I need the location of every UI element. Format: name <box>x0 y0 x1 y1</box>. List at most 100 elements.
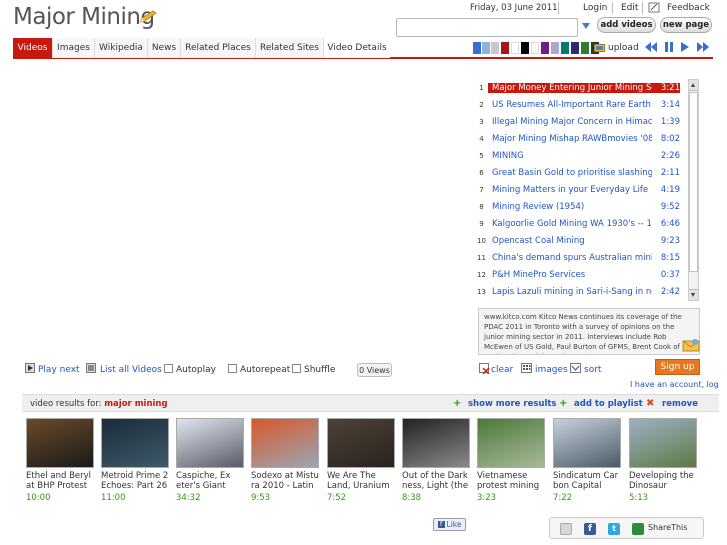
color-swatch[interactable] <box>491 42 499 54</box>
images-icon[interactable] <box>521 363 532 373</box>
add-to-playlist-link[interactable]: add to playlist <box>574 399 643 409</box>
color-swatch[interactable] <box>551 42 559 54</box>
color-swatch[interactable] <box>531 42 539 54</box>
show-more-results-link[interactable]: show more results <box>468 399 556 409</box>
playlist-item-title[interactable]: Kalgoorlie Gold Mining WA 1930's -- 19..… <box>488 219 652 229</box>
playlist-item[interactable]: 13 Lapis Lazuli mining in Sari-i-Sang in … <box>475 283 687 300</box>
video-card[interactable]: We Are The Land, Uranium 7:52 <box>327 418 397 503</box>
video-card[interactable]: Sindicatum Car bon Capital 7:22 <box>553 418 623 503</box>
playlist-item-title[interactable]: Major Mining Mishap RAWBmovies '08 <box>488 134 652 144</box>
video-title[interactable]: We Are The Land, Uranium <box>327 471 397 491</box>
clear-icon[interactable] <box>479 363 490 374</box>
video-player[interactable] <box>13 63 473 353</box>
play-next-icon[interactable] <box>25 363 35 373</box>
playlist-item-title[interactable]: Illegal Mining Major Concern in Himach..… <box>488 117 652 127</box>
color-swatch[interactable] <box>473 42 481 54</box>
color-swatch[interactable] <box>581 42 589 54</box>
tab-video-details[interactable]: Video Details <box>324 38 390 58</box>
clear-link[interactable]: clear <box>491 365 513 375</box>
mail-icon[interactable] <box>682 338 700 352</box>
have-account-link[interactable]: I have an account, log <box>630 380 719 389</box>
sort-icon[interactable] <box>570 363 581 373</box>
autoplay-checkbox[interactable] <box>164 364 173 373</box>
color-swatch[interactable] <box>571 42 579 54</box>
images-link[interactable]: images <box>535 365 568 375</box>
tab-wikipedia[interactable]: Wikipedia <box>95 38 148 58</box>
add-videos-button[interactable]: add videos <box>597 17 656 33</box>
playlist-item[interactable]: 9 Kalgoorlie Gold Mining WA 1930's -- 19.… <box>475 215 687 232</box>
edit-link[interactable]: Edit <box>621 3 638 13</box>
video-thumbnail[interactable] <box>477 418 545 468</box>
list-icon[interactable] <box>86 363 96 373</box>
video-title[interactable]: Ethel and Beryl at BHP Protest <box>26 471 96 491</box>
playlist-item[interactable]: 6 Great Basin Gold to prioritise slashing… <box>475 164 687 181</box>
tab-related-sites[interactable]: Related Sites <box>256 38 324 58</box>
playlist-item-title[interactable]: P&H MinePro Services <box>488 270 652 280</box>
video-title[interactable]: Developing the Dinosaur Capital <box>629 471 699 491</box>
video-thumbnail[interactable] <box>26 418 94 468</box>
scroll-thumb[interactable] <box>689 92 698 272</box>
video-title[interactable]: Vietnamese protest mining <box>477 471 547 491</box>
video-card[interactable]: Metroid Prime 2 Echoes: Part 26 11:00 <box>101 418 171 503</box>
playlist-item[interactable]: 10 Opencast Coal Mining 9:23 <box>475 232 687 249</box>
facebook-icon[interactable]: f <box>584 523 596 535</box>
list-all-videos-link[interactable]: List all Videos <box>100 365 162 375</box>
playlist-item-title[interactable]: Lapis Lazuli mining in Sari-i-Sang in no… <box>488 287 652 297</box>
playlist-item-title[interactable]: Opencast Coal Mining <box>488 236 652 246</box>
scroll-down-icon[interactable] <box>689 289 698 300</box>
twitter-icon[interactable]: t <box>608 523 620 535</box>
pencil-icon[interactable] <box>138 10 158 24</box>
new-page-button[interactable]: new page <box>660 17 712 33</box>
video-card[interactable]: Sodexo at Mistu ra 2010 - Latin 9:53 <box>251 418 321 503</box>
playlist-item-title[interactable]: US Resumes All-Important Rare Earth M... <box>488 100 652 110</box>
email-icon[interactable] <box>560 523 572 535</box>
video-card[interactable]: Vietnamese protest mining 3:23 <box>477 418 547 503</box>
color-swatch[interactable] <box>561 42 569 54</box>
video-thumbnail[interactable] <box>327 418 395 468</box>
remove-link[interactable]: remove <box>662 399 698 409</box>
color-swatch[interactable] <box>541 42 549 54</box>
video-title[interactable]: Sodexo at Mistu ra 2010 - Latin <box>251 471 321 491</box>
color-swatch[interactable] <box>482 42 490 54</box>
playlist-item[interactable]: 2 US Resumes All-Important Rare Earth M..… <box>475 96 687 113</box>
color-swatch[interactable] <box>521 42 529 54</box>
playlist-item[interactable]: 1 Major Money Entering Junior Mining Se..… <box>475 79 687 96</box>
sort-link[interactable]: sort <box>584 365 601 375</box>
tab-related-places[interactable]: Related Places <box>181 38 256 58</box>
sign-up-button[interactable]: Sign up <box>655 359 700 375</box>
playlist-item[interactable]: 5 MINING 2:26 <box>475 147 687 164</box>
search-input[interactable] <box>396 18 578 37</box>
playlist-item-title[interactable]: Major Money Entering Junior Mining Se... <box>488 82 652 93</box>
tab-news[interactable]: News <box>148 38 181 58</box>
video-thumbnail[interactable] <box>553 418 621 468</box>
play-icon[interactable] <box>681 42 689 52</box>
playlist-item-title[interactable]: China's demand spurs Australian mining..… <box>488 253 652 263</box>
tab-images[interactable]: Images <box>53 38 95 58</box>
video-title[interactable]: Out of the Dark ness, Light (the <box>402 471 472 491</box>
video-thumbnail[interactable] <box>629 418 697 468</box>
skip-back-icon[interactable] <box>645 42 657 52</box>
playlist-item[interactable]: 12 P&H MinePro Services 0:37 <box>475 266 687 283</box>
search-dropdown-icon[interactable] <box>582 23 590 29</box>
video-thumbnail[interactable] <box>251 418 319 468</box>
color-swatch[interactable] <box>511 42 519 54</box>
video-card[interactable]: Out of the Dark ness, Light (the 8:38 <box>402 418 472 503</box>
facebook-like-button[interactable]: f Like <box>433 518 466 531</box>
video-card[interactable]: Ethel and Beryl at BHP Protest 10:00 <box>26 418 96 503</box>
sharethis-icon[interactable] <box>632 523 644 535</box>
playlist-item-title[interactable]: Great Basin Gold to prioritise slashing … <box>488 168 652 178</box>
play-next-link[interactable]: Play next <box>38 365 80 375</box>
video-card[interactable]: Developing the Dinosaur Capital 5:13 <box>629 418 699 503</box>
upload-link[interactable]: upload <box>608 43 639 53</box>
tab-videos[interactable]: Videos <box>13 38 53 58</box>
video-thumbnail[interactable] <box>101 418 169 468</box>
shuffle-checkbox[interactable] <box>292 364 301 373</box>
login-link[interactable]: Login <box>583 3 607 13</box>
playlist-item-title[interactable]: Mining Review (1954) <box>488 202 652 212</box>
playlist-item-title[interactable]: MINING <box>488 151 652 161</box>
video-title[interactable]: Caspiche, Ex eter's Giant Gold <box>176 471 246 491</box>
color-swatch[interactable] <box>501 42 509 54</box>
video-title[interactable]: Metroid Prime 2 Echoes: Part 26 <box>101 471 171 491</box>
playlist-item[interactable]: 4 Major Mining Mishap RAWBmovies '08 8:02 <box>475 130 687 147</box>
playlist-item[interactable]: 8 Mining Review (1954) 9:52 <box>475 198 687 215</box>
